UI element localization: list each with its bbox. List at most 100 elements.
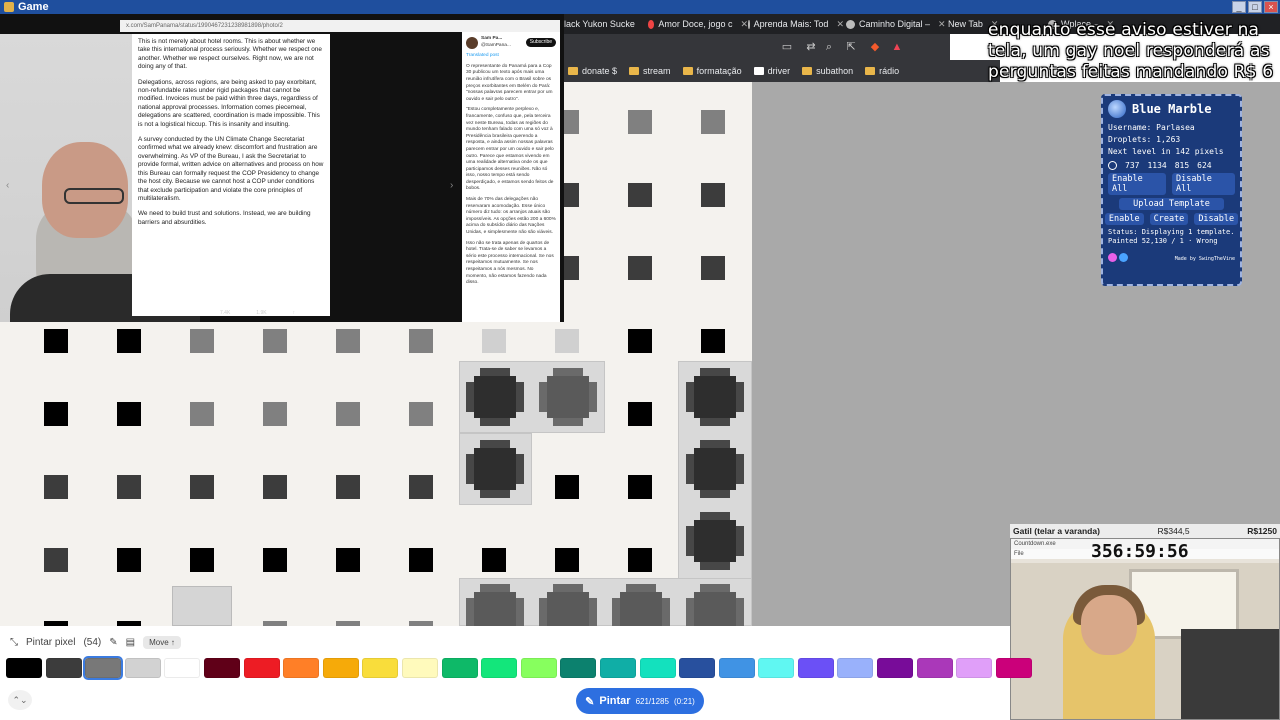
color-swatch[interactable] [401,658,438,678]
color-swatch[interactable] [45,658,82,678]
color-swatch[interactable] [599,658,636,678]
tab-label: lack Yukon Sucke [564,19,635,29]
pixel [336,548,360,572]
pin-icon[interactable] [1108,161,1117,170]
color-swatch[interactable] [916,658,953,678]
pixel [263,548,287,572]
tweet-handle: @SamPana... [481,42,511,48]
color-swatch[interactable] [83,656,124,680]
subscribe-button[interactable]: Subscribe [525,38,556,47]
coord-pixel-x[interactable]: 815 [1175,161,1189,170]
globe-icon[interactable] [1119,253,1128,262]
bookmark-folder[interactable]: stream [629,66,671,76]
share-icon[interactable]: ↑ [293,310,296,320]
color-swatch[interactable] [995,658,1032,678]
file-menu[interactable]: File [1014,551,1024,557]
folder-icon [629,67,640,75]
eraser-icon[interactable]: ▤ [126,637,135,648]
article-image: This is not merely about hotel rooms. Th… [132,34,330,316]
color-swatch[interactable] [758,658,795,678]
post-stats: 7.4K 1.9K ↑ [220,310,330,320]
bookmark-folder[interactable]: rádio [865,66,899,76]
page-icon [753,67,764,75]
bookmark-folder[interactable]: donate $ [568,66,617,76]
color-swatch[interactable] [797,658,834,678]
color-swatch[interactable] [837,658,874,678]
color-swatch[interactable] [322,658,359,678]
views-count[interactable]: 1.9K [256,310,266,320]
expand-icon[interactable]: ⤡ [10,637,18,648]
bookmark-label: formatação [696,66,742,76]
color-swatch[interactable] [520,658,557,678]
next-level-line: Next level in 142 pixels [1108,147,1224,156]
close-window-button[interactable]: × [1264,1,1278,13]
game-app-icon [4,2,14,12]
disable-all-button[interactable]: Disable All [1172,173,1235,195]
pixel [190,402,214,426]
bookmark-folder[interactable]: driver [753,66,790,76]
color-swatch[interactable] [639,658,676,678]
bookmark-folder[interactable]: formatação [682,66,742,76]
color-swatch[interactable] [164,658,201,678]
template-cross-shape [612,584,670,626]
blue-marble-logo-icon[interactable] [1108,100,1126,118]
browser-tab[interactable]: lack Yukon Sucke [564,16,648,32]
pixel [44,475,68,499]
color-swatch[interactable] [243,658,280,678]
brave-shield-icon[interactable]: ◆ [868,40,882,54]
enable-all-button[interactable]: Enable All [1108,173,1166,195]
browser-tab[interactable]: Caminho Digital – ✕ [846,16,946,32]
tab-close-icon[interactable]: ✕ [740,19,748,30]
chevron-right-icon[interactable]: › [450,180,453,191]
pixel [628,183,652,207]
avatar[interactable] [466,36,478,49]
coord-tile-x[interactable]: 737 [1125,161,1139,170]
install-app-icon[interactable]: ▭ [780,40,794,54]
color-swatch[interactable] [283,658,320,678]
create-button[interactable]: Create [1149,213,1189,225]
paint-button[interactable]: ✎ Pintar 621/1285 (0:21) [576,688,704,714]
color-swatch[interactable] [679,658,716,678]
pixel [190,329,214,353]
tweet-author: Sam Pa... @SamPana... [481,36,511,49]
color-swatch[interactable] [560,658,597,678]
window-title-text: Game [18,1,49,13]
tab-close-icon[interactable]: ✕ [938,19,946,30]
browser-tab[interactable]: Amor Doce, jogo c ✕ [648,16,748,32]
likes-count[interactable]: 7.4K [220,310,230,320]
browser-tab[interactable]: Aprenda Mais: Tod ✕ [748,16,844,32]
color-swatch[interactable] [362,658,399,678]
move-button[interactable]: Move ↑ [143,636,181,649]
chevron-left-icon[interactable]: ‹ [6,180,9,191]
share-icon[interactable]: ⇱ [844,40,858,54]
zoom-icon[interactable]: ⌕ [822,40,836,54]
pixel [190,548,214,572]
color-filter-icon[interactable] [1108,253,1117,262]
color-swatch[interactable] [124,658,161,678]
translate-icon[interactable]: ⇄ [804,40,818,54]
coord-pixel-y[interactable]: 624 [1197,161,1211,170]
color-swatch[interactable] [481,658,518,678]
tab-label: Aprenda Mais: Tod [753,19,829,29]
color-swatch[interactable] [441,658,478,678]
tab-close-icon[interactable]: ✕ [836,19,844,30]
template-cross-shape [686,440,744,498]
template-cross-shape [686,512,744,570]
color-swatch[interactable] [203,658,240,678]
rewards-icon[interactable]: ▲ [890,40,904,54]
upload-template-button[interactable]: Upload Template [1119,198,1224,210]
color-swatch[interactable] [6,658,42,678]
disable-button[interactable]: Disable [1194,213,1239,225]
maximize-button[interactable]: □ [1248,1,1262,13]
paint-mode-row: ⤡ Pintar pixel (54) ✎ ▤ Move ↑ [10,636,181,649]
coord-tile-y[interactable]: 1134 [1147,161,1166,170]
enable-button[interactable]: Enable [1104,213,1144,225]
color-swatch[interactable] [718,658,755,678]
toggle-panel-icon[interactable]: ⌃⌄ [8,690,32,710]
minimize-button[interactable]: _ [1232,1,1246,13]
color-swatch[interactable] [877,658,914,678]
pencil-icon[interactable]: ✎ [109,637,117,648]
bookmark-folder[interactable]: subathon [802,66,853,76]
color-swatch[interactable] [956,658,993,678]
droplets-line: Droplets: 1,263 [1108,135,1181,144]
